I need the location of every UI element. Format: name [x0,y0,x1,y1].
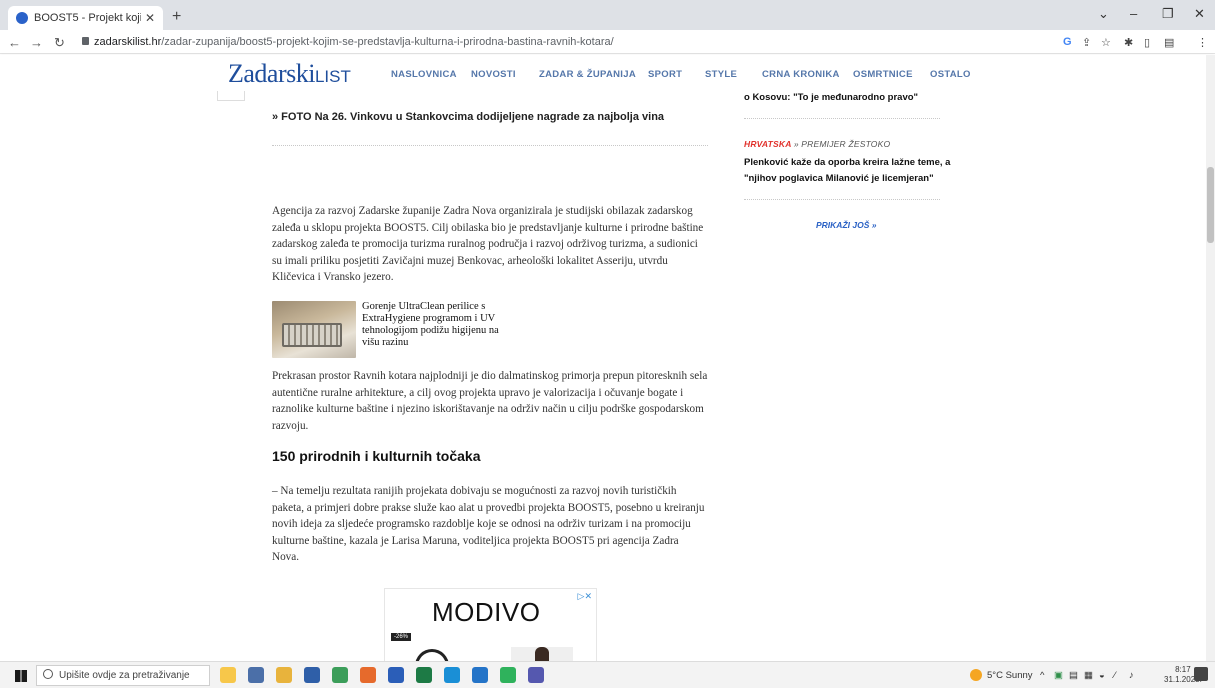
extensions-icon[interactable]: ✱ [1124,36,1133,49]
weather-text[interactable]: 5°C Sunny [987,670,1033,681]
tray-app-icon[interactable]: ▣ [1054,670,1063,681]
close-window-button[interactable]: ✕ [1194,6,1205,22]
tab-close-icon[interactable]: ✕ [145,11,155,25]
windows-taskbar: Upišite ovdje za pretraživanje 5°C Sunny… [0,661,1215,688]
weather-sun-icon [970,669,982,681]
bookmark-star-icon[interactable]: ☆ [1101,36,1111,49]
search-icon [43,669,53,679]
sidebar-news-item-2-line1[interactable]: Plenković kaže da oporba kreira lažne te… [744,155,950,170]
related-article-link[interactable]: » FOTO Na 26. Vinkovu u Stankovcima dodi… [272,111,664,123]
url-host: zadarskilist.hr [94,36,162,48]
maximize-button[interactable]: ❐ [1162,6,1174,22]
tray-network-icon[interactable]: ▤ [1069,670,1078,681]
edge-icon[interactable] [444,667,460,683]
sidepanel-icon[interactable]: ▯ [1144,36,1150,49]
back-arrow-icon[interactable]: ← [8,35,21,50]
reload-icon[interactable]: ↻ [54,35,65,51]
category-label[interactable]: HRVATSKA [744,139,791,149]
outlook-icon[interactable] [472,667,488,683]
model-image [511,647,573,661]
divider [272,145,708,146]
windows-start-icon[interactable] [15,670,27,682]
inline-ad-image[interactable] [272,301,356,358]
person-figure [535,647,549,661]
sidebar-divider [744,199,940,200]
share-tab[interactable] [217,91,245,101]
article-paragraph-3: – Na temelju rezultata ranijih projekata… [272,485,705,563]
taskbar-search-input[interactable]: Upišite ovdje za pretraživanje [36,665,210,686]
url-field[interactable]: zadarskilist.hr/zadar-zupanija/boost5-pr… [94,36,614,48]
scrollbar-thumb[interactable] [1207,167,1214,243]
nav-item-osmrtnice[interactable]: OSMRTNICE [853,69,913,80]
file-explorer-icon[interactable] [276,667,292,683]
tray-chevron-icon[interactable]: ^ [1040,670,1044,681]
word-icon[interactable] [388,667,404,683]
browser-tab-bar: BOOST5 - Projekt kojim se preds ✕ + ⌄ – … [0,0,1215,30]
site-favicon-icon [16,12,28,24]
tab-title: BOOST5 - Projekt kojim se preds [34,12,141,24]
banner-brand: MODIVO [432,597,541,627]
address-bar-row: ← → ↻ zadarskilist.hr/zadar-zupanija/boo… [0,30,1215,54]
new-tab-button[interactable]: + [172,8,181,26]
sidebar-category[interactable]: HRVATSKA » PREMIJER ŽESTOKO [744,139,890,149]
excel-icon[interactable] [416,667,432,683]
search-highlight-icon[interactable] [220,667,236,683]
sidebar-news-item-1[interactable]: o Kosovu: "To je međunarodno pravo" [744,91,918,105]
task-view-icon[interactable] [248,667,264,683]
url-path: /zadar-zupanija/boost5-projekt-kojim-se-… [161,36,614,48]
nav-item-naslovnica[interactable]: NASLOVNICA [391,69,457,80]
nav-item-crna-kronika[interactable]: CRNA KRONIKA [762,69,840,80]
tab-search-icon[interactable]: ⌄ [1098,6,1109,22]
tray-pen-icon[interactable]: ∕ [1114,670,1116,681]
nav-item-ostalo[interactable]: OSTALO [930,69,971,80]
article-paragraph-2: Prekrasan prostor Ravnih kotara najplodn… [272,370,708,432]
menu-dots-icon[interactable]: ⋮ [1197,36,1208,49]
sidebar-news-item-2-line2[interactable]: "njihov poglavica Milanović je licemjera… [744,171,934,186]
page-content: » FOTO Na 26. Vinkovu u Stankovcima dodi… [0,91,1215,661]
site-header: ZadarskiLIST NASLOVNICA NOVOSTI ZADAR & … [0,55,1215,91]
volume-icon[interactable]: ♪ [1129,670,1134,681]
chrome-icon[interactable] [332,667,348,683]
share-icon[interactable]: ⇪ [1082,36,1091,49]
nav-item-novosti[interactable]: NOVOSTI [471,69,516,80]
store-icon[interactable] [304,667,320,683]
nav-item-sport[interactable]: SPORT [648,69,682,80]
sidebar-divider [744,118,940,119]
notification-center-icon[interactable] [1194,667,1208,681]
firefox-icon[interactable] [360,667,376,683]
nav-item-zadar-zupanija[interactable]: ZADAR & ŽUPANIJA [539,69,636,80]
google-icon[interactable]: G [1063,36,1072,48]
subcategory-label: » PREMIJER ŽESTOKO [793,139,891,149]
show-more-link[interactable]: PRIKAŽI JOŠ » [816,220,876,230]
discount-badge: -26% [391,633,412,641]
lock-icon [82,37,89,45]
article-subheading: 150 prirodnih i kulturnih točaka [272,448,481,464]
tray-display-icon[interactable]: ▦ [1084,670,1093,681]
tray-wifi-icon[interactable]: ◒ [1099,670,1105,681]
search-placeholder: Upišite ovdje za pretraživanje [59,670,190,681]
nav-item-style[interactable]: STYLE [705,69,737,80]
modivo-banner-ad[interactable]: ▷✕ MODIVO -26% [384,588,597,661]
chrome-app-icon[interactable] [500,667,516,683]
logo-suffix: LIST [314,67,351,86]
browser-tab[interactable]: BOOST5 - Projekt kojim se preds ✕ [8,6,163,30]
article-paragraph-1: Agencija za razvoj Zadarske županije Zad… [272,205,704,283]
forward-arrow-icon[interactable]: → [30,35,43,50]
minimize-button[interactable]: – [1130,6,1137,21]
adchoices-icon[interactable]: ▷✕ [578,591,592,602]
dishwasher-rack [282,323,342,347]
inline-ad-link[interactable]: Gorenje UltraClean perilice s ExtraHygie… [362,301,502,349]
page-scrollbar[interactable] [1206,55,1215,661]
teams-icon[interactable] [528,667,544,683]
handbag-image [415,649,449,661]
profile-icon[interactable]: ▤ [1164,36,1174,49]
logo-main: Zadarski [228,59,315,88]
site-logo[interactable]: ZadarskiLIST [228,59,351,89]
